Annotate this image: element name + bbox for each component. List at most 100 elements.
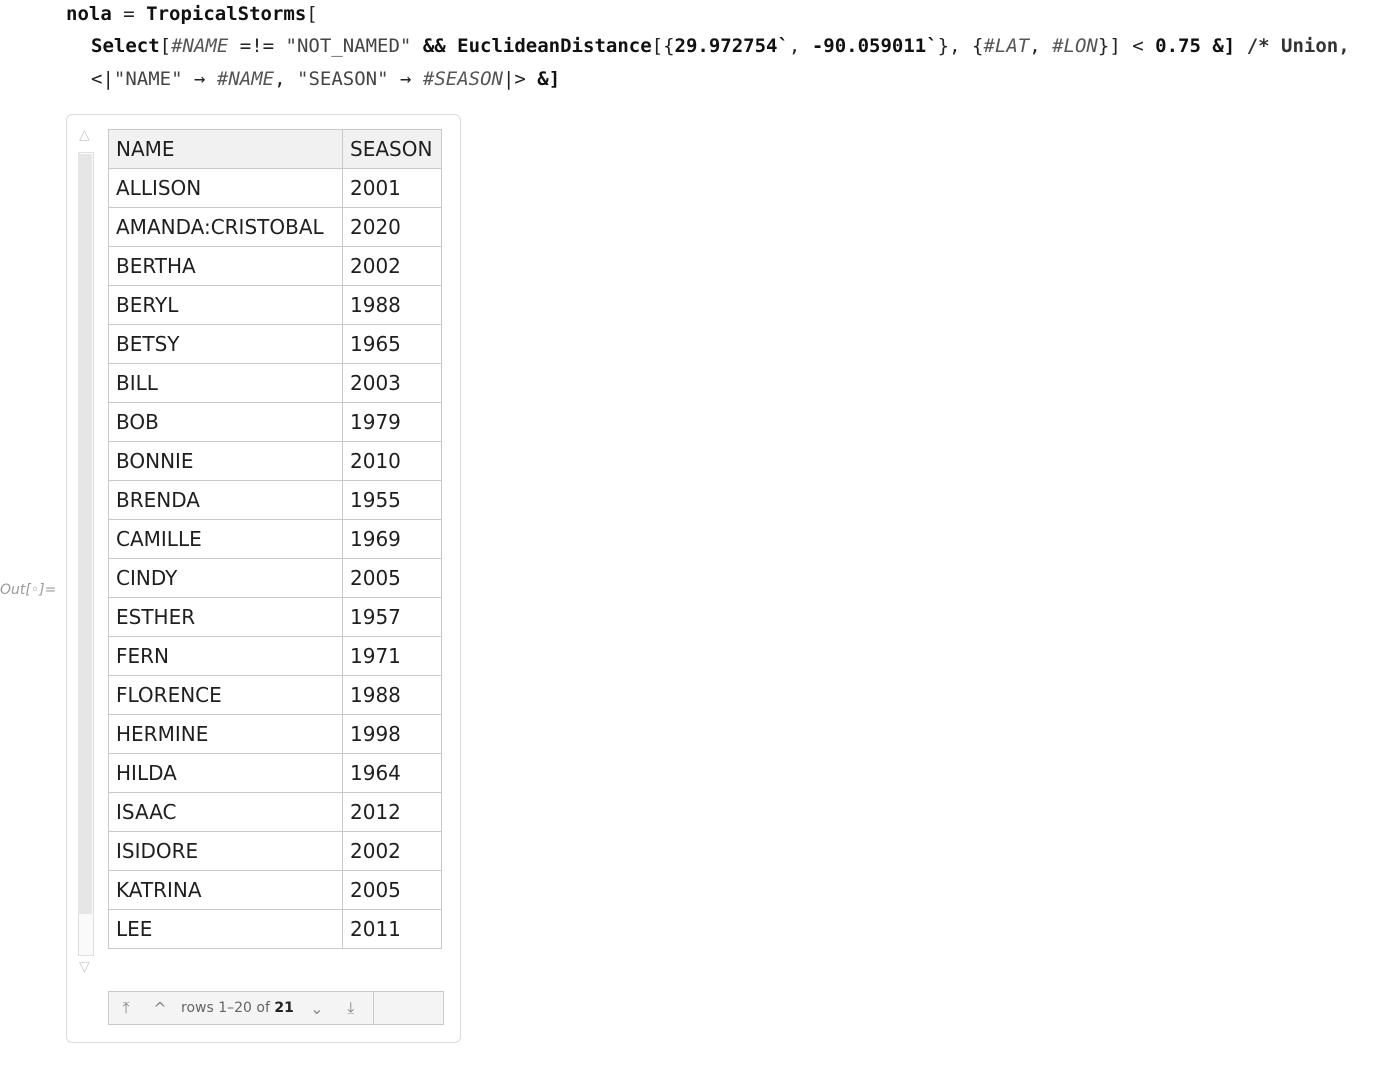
cell-season[interactable]: 2002	[342, 246, 442, 286]
cell-name[interactable]: ISAAC	[108, 792, 343, 832]
input-line-2[interactable]: Select[#NAME =!= "NOT_NAMED" && Euclidea…	[91, 33, 1350, 59]
cell-season[interactable]: 1969	[342, 519, 442, 559]
code-number: 29.972754`	[674, 35, 789, 57]
cell-season[interactable]: 1971	[342, 636, 442, 676]
code-operator: <	[1132, 35, 1144, 57]
cell-season[interactable]: 2020	[342, 207, 442, 247]
code-function: TropicalStorms	[146, 3, 307, 25]
code-function-end: &]	[537, 68, 561, 90]
cell-name[interactable]: ISIDORE	[108, 831, 343, 871]
table-row: FERN 1971	[108, 636, 442, 676]
cell-name[interactable]: LEE	[108, 909, 343, 949]
code-comma: ,	[788, 35, 801, 57]
last-page-icon[interactable]: ⤓	[334, 998, 368, 1018]
cell-season[interactable]: 1964	[342, 753, 442, 793]
cell-season[interactable]: 2002	[342, 831, 442, 871]
code-bracket: [	[306, 3, 318, 25]
code-number: -90.059011`	[811, 35, 938, 57]
code-function: Select	[91, 35, 160, 57]
cell-name[interactable]: FLORENCE	[108, 675, 343, 715]
table-row: CINDY 2005	[108, 558, 442, 598]
cell-season[interactable]: 2005	[342, 558, 442, 598]
cell-season[interactable]: 1988	[342, 675, 442, 715]
cell-name[interactable]: CAMILLE	[108, 519, 343, 559]
code-function-end: &]	[1212, 35, 1236, 57]
table-row: HILDA 1964	[108, 753, 442, 793]
table-row: BERTHA 2002	[108, 246, 442, 286]
code-string: "NOT_NAMED"	[285, 35, 412, 57]
input-line-1[interactable]: nola = TropicalStorms[	[66, 1, 318, 27]
pager-divider	[373, 992, 374, 1024]
cell-season[interactable]: 1965	[342, 324, 442, 364]
code-slot: #SEASON	[422, 68, 503, 90]
cell-name[interactable]: FERN	[108, 636, 343, 676]
cell-season[interactable]: 1998	[342, 714, 442, 754]
cell-season[interactable]: 2011	[342, 909, 442, 949]
code-bracket: [{	[651, 35, 675, 57]
table-row: BETSY 1965	[108, 324, 442, 364]
rows-total: 21	[274, 1000, 294, 1016]
code-operator: =!=	[239, 35, 275, 57]
table-row: BERYL 1988	[108, 285, 442, 325]
cell-name[interactable]: BRENDA	[108, 480, 343, 520]
cell-season[interactable]: 1979	[342, 402, 442, 442]
table-row: LEE 2011	[108, 909, 442, 949]
cell-season[interactable]: 1988	[342, 285, 442, 325]
cell-name[interactable]: HERMINE	[108, 714, 343, 754]
cell-season[interactable]: 2001	[342, 168, 442, 208]
cell-name[interactable]: AMANDA:CRISTOBAL	[108, 207, 343, 247]
cell-season[interactable]: 1955	[342, 480, 442, 520]
code-arrow: →	[399, 68, 412, 90]
table-row: KATRINA 2005	[108, 870, 442, 910]
table-header-row: NAME SEASON	[108, 129, 442, 169]
code-string: "SEASON"	[297, 68, 389, 90]
table-row: BOB 1979	[108, 402, 442, 442]
code-string: "NAME"	[113, 68, 183, 90]
code-comma: ,	[274, 68, 286, 90]
column-header-name[interactable]: NAME	[108, 129, 343, 169]
table-row: BONNIE 2010	[108, 441, 442, 481]
cell-name[interactable]: BONNIE	[108, 441, 343, 481]
cell-name[interactable]: BETSY	[108, 324, 343, 364]
scroll-up-icon[interactable]: △	[79, 128, 90, 142]
cell-season[interactable]: 1957	[342, 597, 442, 637]
cell-name[interactable]: ALLISON	[108, 168, 343, 208]
table-row: ISAAC 2012	[108, 792, 442, 832]
table-row: BILL 2003	[108, 363, 442, 403]
input-line-3[interactable]: <|"NAME" → #NAME, "SEASON" → #SEASON|> &…	[91, 66, 560, 92]
code-variable: nola	[66, 3, 112, 25]
cell-name[interactable]: KATRINA	[108, 870, 343, 910]
code-bracket: [	[159, 35, 172, 57]
first-page-icon[interactable]: ⤒	[109, 998, 143, 1018]
code-number: 0.75	[1155, 35, 1201, 57]
code-bracket: }, {	[937, 35, 984, 57]
table-row: CAMILLE 1969	[108, 519, 442, 559]
code-arrow: →	[193, 68, 206, 90]
output-label: Out[◦]=	[0, 582, 57, 598]
cell-name[interactable]: BERTHA	[108, 246, 343, 286]
code-operator: =	[123, 3, 135, 25]
code-comment: /* Union,	[1246, 35, 1350, 57]
table-row: HERMINE 1998	[108, 714, 442, 754]
cell-season[interactable]: 2010	[342, 441, 442, 481]
column-header-season[interactable]: SEASON	[342, 129, 442, 169]
previous-page-icon[interactable]: ^	[143, 999, 177, 1018]
cell-season[interactable]: 2012	[342, 792, 442, 832]
cell-name[interactable]: CINDY	[108, 558, 343, 598]
code-slot: #LAT	[983, 35, 1030, 57]
cell-name[interactable]: BILL	[108, 363, 343, 403]
scroll-down-icon[interactable]: ▽	[79, 960, 90, 974]
next-page-icon[interactable]: ⌄	[300, 999, 334, 1018]
cell-name[interactable]: HILDA	[108, 753, 343, 793]
cell-name[interactable]: BERYL	[108, 285, 343, 325]
cell-season[interactable]: 2005	[342, 870, 442, 910]
cell-name[interactable]: BOB	[108, 402, 343, 442]
cell-season[interactable]: 2003	[342, 363, 442, 403]
code-comma: ,	[1029, 35, 1041, 57]
vertical-scrollbar[interactable]: △ ▽	[76, 128, 96, 978]
table-row: ALLISON 2001	[108, 168, 442, 208]
cell-name[interactable]: ESTHER	[108, 597, 343, 637]
rows-indicator: rows 1–20 of 21	[181, 1000, 294, 1016]
table-row: FLORENCE 1988	[108, 675, 442, 715]
scroll-thumb[interactable]	[78, 154, 92, 914]
